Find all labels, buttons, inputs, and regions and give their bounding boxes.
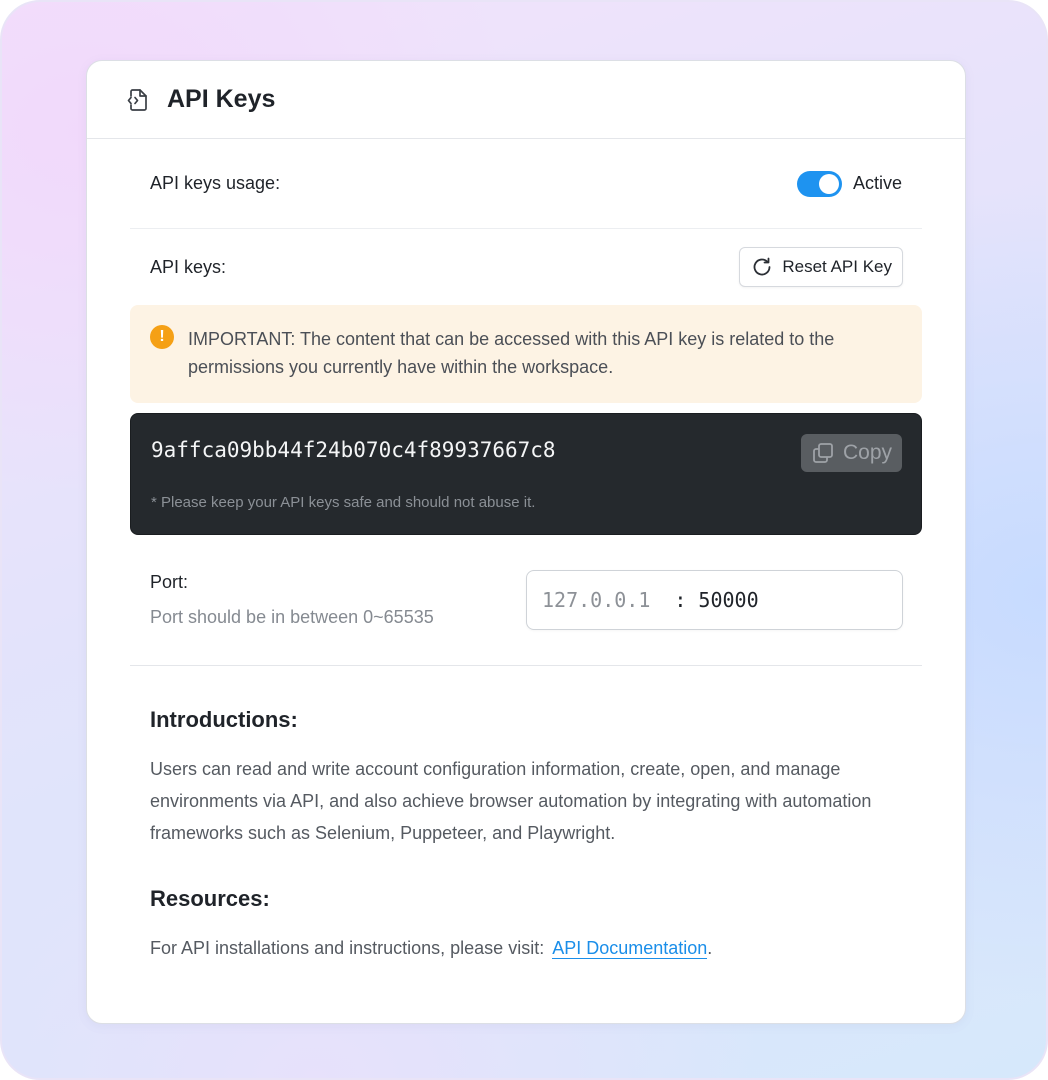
background-frame: API Keys API keys usage: Active API keys…: [0, 0, 1048, 1080]
toggle-status-label: Active: [852, 173, 902, 193]
warning-icon: !: [150, 325, 174, 349]
copy-icon: [811, 441, 835, 465]
port-title: Port:: [150, 572, 189, 592]
api-usage-label: API keys usage:: [150, 173, 281, 193]
resources-suffix: .: [707, 938, 713, 958]
port-host: 127.0.0.1: [542, 588, 651, 612]
resources-heading: Resources:: [150, 886, 270, 911]
api-documentation-link[interactable]: API Documentation: [552, 938, 708, 959]
reset-api-key-button[interactable]: Reset API Key: [739, 247, 903, 287]
port-hint: Port should be in between 0~65535: [150, 607, 434, 627]
introductions-text: Users can read and write account configu…: [150, 759, 872, 843]
refresh-icon: [750, 255, 774, 279]
resources-text-label: For API installations and instructions, …: [150, 938, 545, 958]
page-title: API Keys: [167, 85, 276, 113]
api-keys-row: API keys: Reset API Key: [130, 229, 922, 305]
port-input[interactable]: 127.0.0.1 : 50000: [526, 570, 903, 630]
code-file-icon: [125, 87, 151, 113]
api-keys-label: API keys:: [150, 256, 227, 277]
api-keys-card: API Keys API keys usage: Active API keys…: [86, 60, 966, 1024]
api-usage-row: API keys usage: Active: [130, 139, 922, 229]
port-row: Port: Port should be in between 0~65535 …: [130, 535, 922, 666]
reset-api-key-label: Reset API Key: [782, 257, 892, 276]
api-usage-toggle[interactable]: [796, 170, 842, 197]
api-key-value[interactable]: 9affca09bb44f24b070c4f89937667c8: [151, 438, 556, 462]
copy-label: Copy: [842, 441, 892, 464]
api-usage-toggle-group: Active: [796, 170, 902, 197]
port-separator: :: [674, 588, 687, 612]
card-header: API Keys: [87, 61, 965, 139]
copy-button[interactable]: Copy: [800, 434, 902, 472]
permission-warning: ! IMPORTANT: The content that can be acc…: [130, 305, 922, 403]
warning-text: IMPORTANT: The content that can be acces…: [188, 329, 835, 377]
resources-text: For API installations and instructions, …: [150, 938, 902, 959]
api-key-note: * Please keep your API keys safe and sho…: [151, 494, 536, 511]
api-key-box: 9affca09bb44f24b070c4f89937667c8 Copy * …: [130, 413, 922, 535]
port-label-group: Port: Port should be in between 0~65535: [150, 572, 434, 628]
toggle-knob: [818, 173, 839, 194]
port-value: 50000: [698, 588, 759, 612]
info-section: Introductions: Users can read and write …: [130, 707, 922, 959]
introductions-heading: Introductions:: [150, 707, 298, 732]
